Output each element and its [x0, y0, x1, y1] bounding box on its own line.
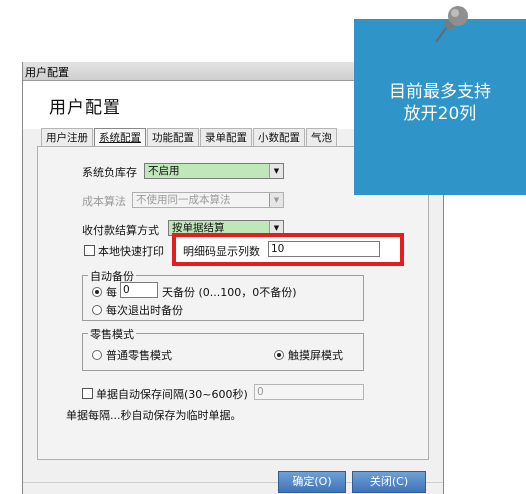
inventory-select-value: 不启用: [148, 165, 180, 177]
close-button[interactable]: 关闭(C): [352, 471, 426, 493]
callout-line-2: 放开20列: [403, 104, 477, 124]
callout-text: 目前最多支持 放开20列: [354, 81, 526, 125]
detail-columns-value: 10: [271, 243, 285, 255]
detail-columns-input[interactable]: 10: [268, 241, 380, 257]
retail-normal-label: 普通零售模式: [106, 349, 172, 362]
backup-on-exit-label: 每次退出时备份: [106, 304, 183, 317]
autosave-label: 单据自动保存间隔(30~600秒): [96, 388, 248, 401]
detail-columns-label: 明细码显示列数: [183, 245, 260, 258]
pushpin-icon: [435, 6, 468, 43]
backup-every-prefix: 每: [106, 286, 117, 299]
ok-button[interactable]: 确定(O): [278, 471, 346, 493]
retail-mode-title: 零售模式: [88, 326, 136, 342]
autosave-checkbox[interactable]: [82, 388, 93, 399]
autosave-input[interactable]: 0: [254, 384, 364, 400]
quick-print-label: 本地快速打印: [98, 245, 164, 258]
window-titlebar-text: 用户配置: [25, 66, 69, 79]
tab-strip: 用户注册 系统配置 功能配置 录单配置 小数配置 气泡: [41, 128, 338, 146]
inventory-select[interactable]: 不启用 ▼: [144, 163, 284, 179]
chevron-down-icon[interactable]: ▼: [269, 193, 283, 207]
callout-line-1: 目前最多支持: [389, 82, 491, 102]
tab-system-config[interactable]: 系统配置: [94, 128, 146, 146]
backup-every-radio[interactable]: [92, 287, 102, 297]
backup-on-exit-radio[interactable]: [92, 305, 102, 315]
tab-bubble[interactable]: 气泡: [306, 128, 337, 146]
retail-touch-radio[interactable]: [274, 350, 284, 360]
autosave-note: 单据每隔...秒自动保存为临时单据。: [66, 409, 242, 422]
quick-print-checkbox[interactable]: [84, 245, 95, 256]
backup-days-input[interactable]: 0: [120, 282, 158, 298]
inventory-label: 系统负库存: [82, 166, 137, 179]
tab-decimal-config[interactable]: 小数配置: [253, 128, 305, 146]
cost-label: 成本算法: [82, 195, 126, 208]
autosave-value: 0: [257, 386, 264, 398]
retail-normal-radio[interactable]: [92, 350, 102, 360]
tab-user-register[interactable]: 用户注册: [41, 128, 93, 146]
payment-label: 收付款结算方式: [82, 224, 159, 237]
backup-days-value: 0: [123, 284, 130, 296]
retail-touch-label: 触摸屏模式: [288, 349, 343, 362]
backup-every-suffix: 天备份 (0...100，0不备份): [162, 286, 297, 299]
dialog-title: 用户配置: [49, 98, 121, 118]
tab-function-config[interactable]: 功能配置: [147, 128, 199, 146]
tab-entry-config[interactable]: 录单配置: [200, 128, 252, 146]
cost-select[interactable]: 不使用同一成本算法 ▼: [132, 192, 284, 208]
chevron-down-icon[interactable]: ▼: [269, 164, 283, 178]
cost-select-value: 不使用同一成本算法: [136, 194, 231, 206]
